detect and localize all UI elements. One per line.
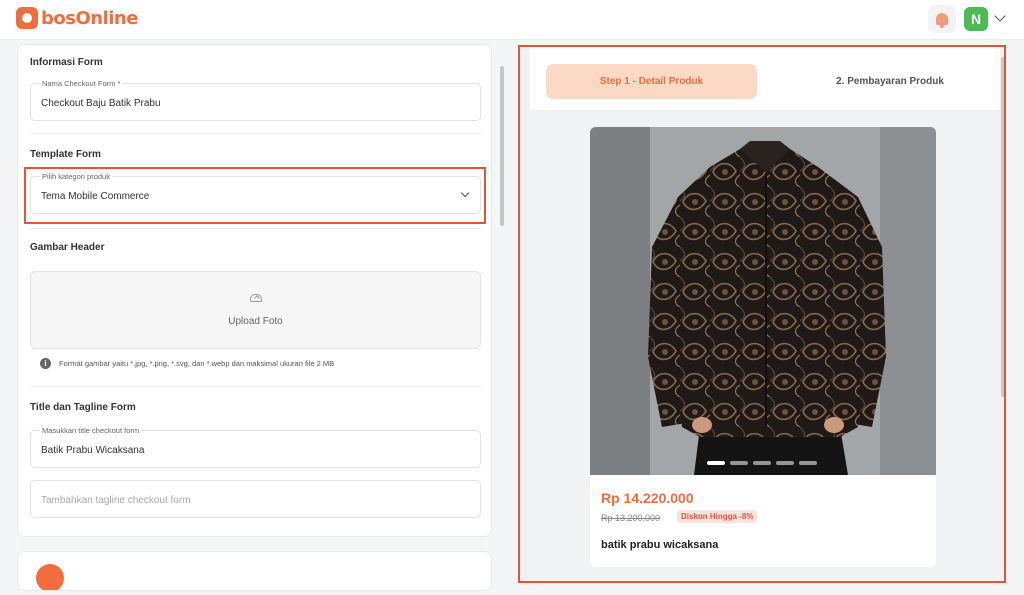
bell-icon bbox=[936, 13, 948, 28]
field-label: Nama Checkout Form * bbox=[40, 79, 123, 88]
batik-shirt-illustration bbox=[590, 127, 936, 475]
info-icon: i bbox=[40, 358, 51, 369]
field-value: Batik Prabu Wicaksana bbox=[41, 445, 145, 456]
title-input[interactable]: Masukkan title checkout form Batik Prabu… bbox=[30, 426, 481, 468]
divider bbox=[30, 133, 481, 134]
divider bbox=[30, 386, 481, 387]
next-section-card bbox=[17, 551, 492, 591]
carousel-dot[interactable] bbox=[707, 461, 725, 465]
app-logo[interactable]: bosOnline bbox=[16, 7, 138, 29]
upload-dropzone[interactable]: Upload Foto bbox=[30, 271, 481, 349]
section-title-template: Template Form bbox=[30, 149, 101, 160]
logo-icon bbox=[16, 7, 38, 29]
field-label: Masukkan title checkout form bbox=[40, 426, 142, 435]
carousel-dot[interactable] bbox=[776, 461, 794, 465]
logo-text: bosOnline bbox=[41, 7, 138, 29]
product-name: batik prabu wicaksana bbox=[601, 539, 719, 551]
original-price: Rp 13.200.000 bbox=[601, 513, 661, 523]
section-icon bbox=[36, 564, 64, 590]
step-tabs: Step 1 - Detail Produk 2. Pembayaran Pro… bbox=[530, 47, 1000, 110]
upload-label: Upload Foto bbox=[228, 316, 283, 327]
product-card: Rp 14.220.000 Rp 13.200.000 Diskon Hingg… bbox=[590, 127, 936, 567]
highlight-box bbox=[24, 167, 486, 224]
checkout-preview: Step 1 - Detail Produk 2. Pembayaran Pro… bbox=[518, 45, 1006, 583]
section-title-header-image: Gambar Header bbox=[30, 242, 105, 253]
preview-scrollbar[interactable] bbox=[1001, 57, 1004, 397]
section-title-tagline: Title dan Tagline Form bbox=[30, 402, 136, 413]
format-note: Format gambar yaitu *.jpg, *.png, *.svg,… bbox=[59, 359, 335, 368]
discount-badge: Diskon Hingga -8% bbox=[677, 510, 758, 523]
form-card: Informasi Form Nama Checkout Form * Chec… bbox=[17, 44, 492, 537]
chevron-down-icon[interactable] bbox=[994, 10, 1006, 22]
carousel-dot[interactable] bbox=[799, 461, 817, 465]
carousel-dot[interactable] bbox=[730, 461, 748, 465]
checkout-name-field[interactable]: Nama Checkout Form * Checkout Baju Batik… bbox=[30, 79, 481, 121]
top-bar: bosOnline N bbox=[0, 0, 1024, 40]
field-value: Checkout Baju Batik Prabu bbox=[41, 98, 161, 109]
tab-step-2[interactable]: 2. Pembayaran Produk bbox=[790, 64, 990, 99]
divider bbox=[30, 228, 481, 229]
left-scrollbar[interactable] bbox=[500, 66, 504, 226]
carousel-dot[interactable] bbox=[753, 461, 771, 465]
notification-button[interactable] bbox=[928, 5, 956, 33]
upload-icon bbox=[250, 294, 262, 302]
user-avatar[interactable]: N bbox=[964, 7, 988, 31]
product-photo bbox=[590, 127, 936, 475]
carousel-dots bbox=[707, 461, 817, 465]
tagline-input[interactable]: Tambahkan tagline checkout form bbox=[30, 480, 481, 518]
tab-step-1[interactable]: Step 1 - Detail Produk bbox=[546, 64, 757, 99]
product-price: Rp 14.220.000 bbox=[601, 490, 694, 506]
tagline-placeholder: Tambahkan tagline checkout form bbox=[41, 495, 191, 506]
section-title-informasi: Informasi Form bbox=[30, 57, 103, 68]
